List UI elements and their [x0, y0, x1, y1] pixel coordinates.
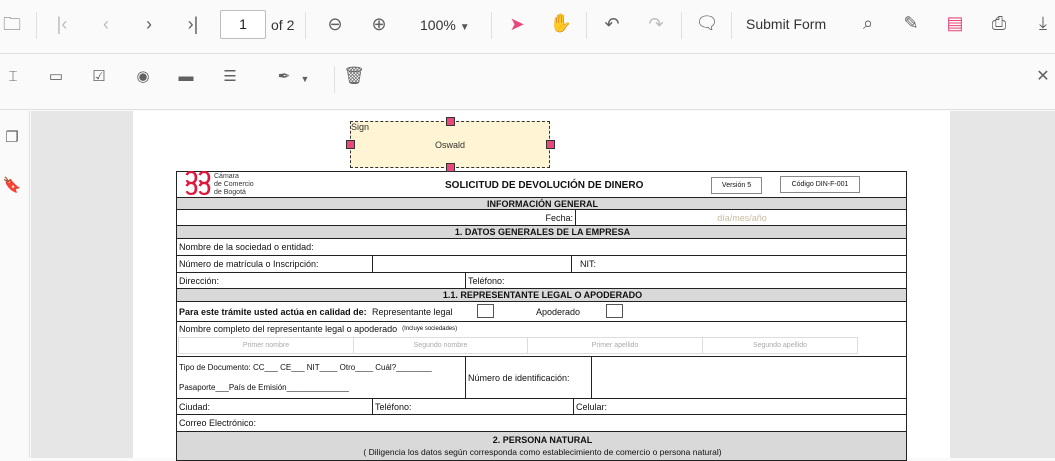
- delete-icon[interactable]: 🗑: [342, 66, 366, 86]
- code-box: Código DIN-F-001: [780, 176, 860, 193]
- primer-apellido-field[interactable]: Primer apellido: [527, 337, 703, 354]
- signature-value: Oswald: [434, 140, 465, 150]
- num-id-field[interactable]: [591, 356, 907, 399]
- search-icon[interactable]: ⌕: [856, 13, 880, 33]
- section-2: 2. PERSONA NATURAL ( Diligencia los dato…: [176, 431, 907, 461]
- rep-legal-checkbox[interactable]: [477, 304, 494, 318]
- calidad-row: Para este trámite usted actúa en calidad…: [176, 301, 907, 322]
- apoderado-label: Apoderado: [536, 306, 581, 317]
- chevron-down-icon: ▼: [459, 22, 470, 33]
- print-icon[interactable]: ⎙: [987, 13, 1011, 33]
- zoom-out-icon[interactable]: ⊖: [323, 14, 347, 34]
- nombre-sociedad-field[interactable]: Nombre de la sociedad o entidad:: [176, 238, 907, 256]
- page-total: of 2: [271, 17, 295, 33]
- comment-icon[interactable]: 🗨: [695, 13, 719, 33]
- version-box: Versión 5: [711, 177, 762, 194]
- section-2-title: 2. PERSONA NATURAL: [492, 435, 593, 445]
- form-header: ƆƆ ƆƆ Cámara de Comercio de Bogotá SOLICITU…: [176, 168, 907, 199]
- ciudad-field[interactable]: Ciudad:: [176, 398, 373, 415]
- signature-label: Sign: [351, 122, 370, 132]
- dropdown-field-icon[interactable]: ▬: [174, 67, 198, 87]
- page-number-input[interactable]: 1: [220, 10, 266, 39]
- last-page-icon[interactable]: ›|: [181, 14, 205, 34]
- section-1: 1. DATOS GENERALES DE LA EMPRESA: [176, 225, 907, 239]
- form-designer-toolbar: ⌶ ▭ ☑ ◉ ▬ ☰ ✒ ▼ 🗑 ✕: [0, 54, 1055, 156]
- pan-hand-icon[interactable]: ✋: [549, 13, 573, 33]
- first-page-icon[interactable]: |‹: [50, 14, 74, 34]
- close-icon[interactable]: ✕: [1031, 67, 1055, 87]
- undo-icon[interactable]: ↶: [600, 14, 624, 34]
- num-id-label: Número de identificación:: [465, 356, 592, 399]
- fecha-field[interactable]: día/mes/año: [575, 209, 907, 226]
- nit-field[interactable]: NIT:: [571, 255, 907, 273]
- open-file-icon[interactable]: 🗀: [0, 14, 24, 34]
- next-page-icon[interactable]: ›: [137, 14, 161, 34]
- listbox-field-icon[interactable]: ☰: [218, 67, 242, 87]
- signature-field[interactable]: Sign Oswald: [350, 121, 550, 168]
- tipo-documento-cell: Tipo de Documento: CC___ CE___ NIT____ O…: [176, 356, 466, 399]
- edit-annotation-icon[interactable]: ✎: [899, 13, 923, 33]
- primer-nombre-field[interactable]: Primer nombre: [178, 337, 354, 354]
- left-sidebar: ❐ 🔖: [0, 111, 30, 458]
- download-icon[interactable]: ⤓: [1031, 13, 1055, 33]
- resize-handle-bottom[interactable]: [446, 163, 455, 172]
- radio-button-field-icon[interactable]: ◉: [131, 67, 155, 87]
- resize-handle-right[interactable]: [546, 140, 555, 149]
- segundo-nombre-field[interactable]: Segundo nombre: [353, 337, 528, 354]
- resize-handle-top[interactable]: [446, 117, 455, 126]
- redo-icon[interactable]: ↷: [644, 14, 668, 34]
- segundo-apellido-field[interactable]: Segundo apellido: [702, 337, 858, 354]
- matricula-label: Número de matrícula o Inscripción:: [176, 255, 373, 273]
- chevron-down-icon[interactable]: ▼: [293, 69, 317, 89]
- zoom-in-icon[interactable]: ⊕: [367, 14, 391, 34]
- zoom-dropdown[interactable]: 100% ▼: [420, 17, 470, 33]
- password-field-icon[interactable]: ▭: [44, 67, 68, 87]
- correo-field[interactable]: Correo Electrónico:: [176, 414, 907, 432]
- form-designer-icon[interactable]: ▤: [943, 13, 967, 33]
- apoderado-checkbox[interactable]: [606, 304, 623, 318]
- celular-field[interactable]: Celular:: [573, 398, 907, 415]
- calidad-label: Para este trámite usted actúa en calidad…: [179, 306, 367, 317]
- tipo-documento-label: Tipo de Documento: CC___ CE___ NIT____ O…: [179, 362, 432, 372]
- logo-text: Cámara de Comercio de Bogotá: [214, 173, 254, 196]
- telefono-field[interactable]: Teléfono:: [465, 272, 907, 289]
- page-thumbnails-icon[interactable]: ❐: [0, 128, 24, 148]
- telefono2-field[interactable]: Teléfono:: [372, 398, 574, 415]
- resize-handle-left[interactable]: [346, 140, 355, 149]
- fecha-label: Fecha:: [176, 209, 576, 226]
- nombre-completo-label: Nombre completo del representante legal …: [179, 324, 398, 334]
- checkbox-field-icon[interactable]: ☑: [87, 67, 111, 87]
- section-2-note: ( Diligencia los datos según corresponda…: [363, 447, 722, 457]
- rep-legal-label: Representante legal: [372, 306, 453, 317]
- textbox-field-icon[interactable]: ⌶: [1, 67, 25, 87]
- bookmark-icon[interactable]: 🔖: [0, 176, 24, 196]
- zoom-value: 100%: [420, 17, 456, 33]
- section-1-1: 1.1. REPRESENTANTE LEGAL O APODERADO: [176, 288, 907, 302]
- incluye-label: (Incluye sociedades): [402, 326, 458, 332]
- pasaporte-label: Pasaporte___País de Emisión_____________…: [179, 383, 349, 393]
- submit-form-button[interactable]: Submit Form: [746, 16, 826, 32]
- direccion-field[interactable]: Dirección:: [176, 272, 466, 289]
- form-title: SOLICITUD DE DEVOLUCIÓN DE DINERO: [445, 180, 644, 191]
- previous-page-icon[interactable]: ‹: [94, 14, 118, 34]
- select-cursor-icon[interactable]: ➤: [505, 14, 529, 34]
- logo-icon: ƆƆ ƆƆ: [185, 168, 211, 199]
- main-toolbar: 🗀 |‹ ‹ › ›| 1 of 2 ⊖ ⊕ 100% ▼ ➤ ✋ ↶ ↷ 🗨 …: [0, 0, 1055, 54]
- matricula-field[interactable]: [372, 255, 572, 273]
